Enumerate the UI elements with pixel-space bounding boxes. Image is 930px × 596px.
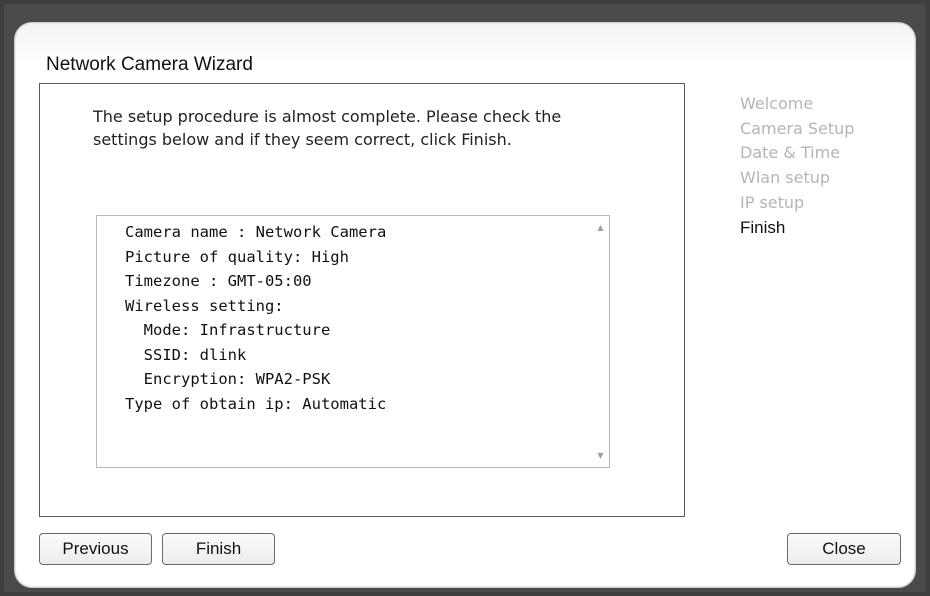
intro-text: The setup procedure is almost complete. … bbox=[93, 107, 562, 149]
wizard-steps: Welcome Camera Setup Date & Time Wlan se… bbox=[740, 92, 854, 240]
settings-summary-text: Camera name : Network Camera Picture of … bbox=[125, 223, 387, 413]
close-button[interactable]: Close bbox=[787, 533, 901, 565]
settings-summary-box[interactable]: Camera name : Network Camera Picture of … bbox=[96, 215, 610, 468]
scroll-down-arrow-icon[interactable]: ▼ bbox=[592, 447, 609, 464]
scroll-up-arrow-icon[interactable]: ▲ bbox=[592, 219, 609, 236]
wizard-title: Network Camera Wizard bbox=[46, 54, 253, 75]
step-finish: Finish bbox=[740, 217, 786, 237]
step-date-time: Date & Time bbox=[740, 143, 841, 163]
step-welcome: Welcome bbox=[740, 94, 814, 113]
summary-scrollbar[interactable]: ▲ ▼ bbox=[592, 216, 609, 467]
previous-button[interactable]: Previous bbox=[39, 533, 152, 565]
content-panel: The setup procedure is almost complete. … bbox=[39, 83, 685, 517]
step-ip-setup: IP setup bbox=[740, 192, 805, 212]
step-wlan-setup: Wlan setup bbox=[740, 168, 831, 188]
step-camera-setup: Camera Setup bbox=[740, 118, 855, 138]
finish-button[interactable]: Finish bbox=[162, 533, 275, 565]
